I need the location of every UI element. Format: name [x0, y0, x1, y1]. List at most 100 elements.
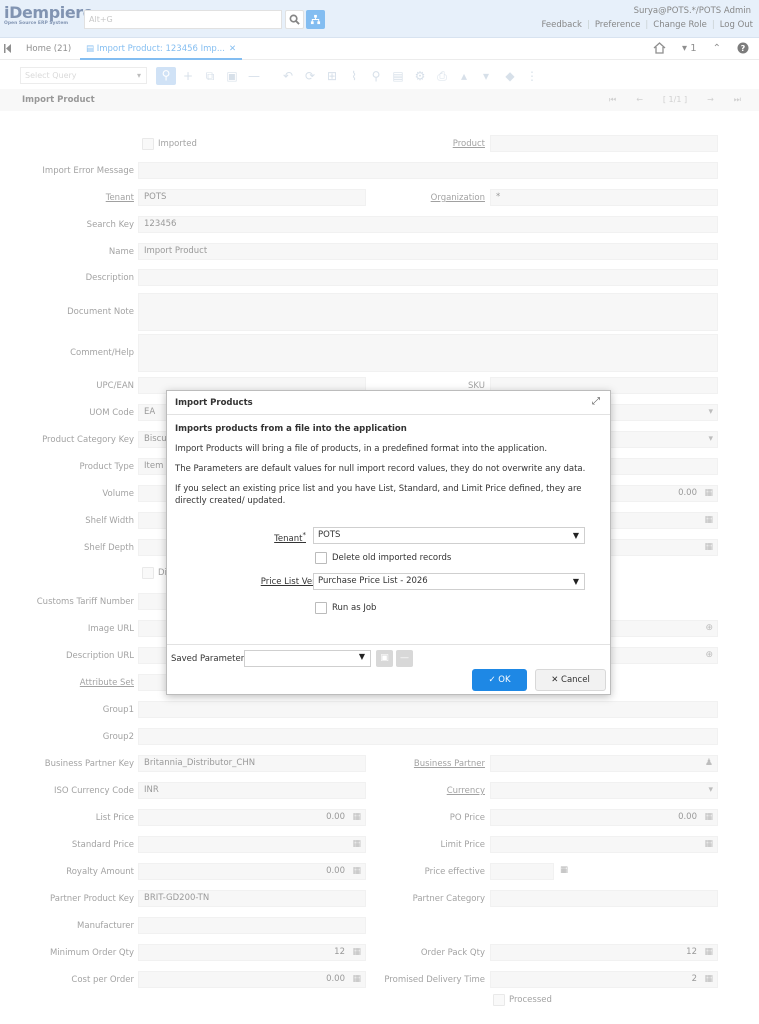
- calculator-icon[interactable]: ▦: [352, 864, 361, 879]
- import-error-field[interactable]: [138, 162, 718, 179]
- new-record-button[interactable]: +: [180, 68, 196, 84]
- calculator-icon[interactable]: ▦: [704, 972, 713, 987]
- tab-import-product[interactable]: ▤ Import Product: 123456 Imp... ✕: [80, 38, 243, 60]
- delete-parameters-button[interactable]: —: [396, 650, 413, 667]
- group2-field[interactable]: [138, 728, 718, 745]
- tab-home[interactable]: Home (21): [20, 38, 77, 60]
- bp-field[interactable]: ♟: [490, 755, 718, 772]
- save-parameters-button[interactable]: ▣: [376, 650, 393, 667]
- menu-tree-button[interactable]: [306, 10, 325, 29]
- query-button[interactable]: ⚲: [156, 67, 176, 85]
- min-order-field[interactable]: 12 ▦: [138, 944, 366, 961]
- organization-field[interactable]: *: [490, 189, 718, 206]
- print-button[interactable]: ⎙: [434, 68, 450, 84]
- next-record-icon[interactable]: →: [707, 95, 714, 105]
- tag-button[interactable]: ◆: [502, 68, 518, 84]
- collapse-up-icon[interactable]: ⌃: [713, 43, 721, 54]
- process-button[interactable]: ⚙: [412, 68, 428, 84]
- maximize-icon[interactable]: ⤢: [592, 396, 600, 407]
- collapse-menu-icon[interactable]: [4, 44, 12, 56]
- tenant-label[interactable]: Tenant: [106, 193, 134, 203]
- attachment-button[interactable]: ⌇: [346, 68, 362, 84]
- person-icon[interactable]: ♟: [705, 756, 713, 771]
- bp-label[interactable]: Business Partner: [414, 759, 485, 769]
- product-field[interactable]: [490, 135, 718, 152]
- currency-label[interactable]: Currency: [447, 786, 485, 796]
- help-icon[interactable]: ?: [737, 42, 749, 54]
- comment-help-field[interactable]: [138, 334, 718, 372]
- calculator-icon[interactable]: ▦: [352, 837, 361, 852]
- calendar-icon[interactable]: ▦: [560, 865, 568, 875]
- cost-per-order-field[interactable]: 0.00 ▦: [138, 971, 366, 988]
- calculator-icon[interactable]: ▦: [704, 810, 713, 825]
- save-button[interactable]: ▣: [224, 68, 240, 84]
- parent-record-button[interactable]: ▴: [456, 68, 472, 84]
- calculator-icon[interactable]: ▦: [704, 837, 713, 852]
- delete-button[interactable]: —: [246, 68, 262, 84]
- calculator-icon[interactable]: ▦: [352, 945, 361, 960]
- calculator-icon[interactable]: ▦: [352, 810, 361, 825]
- delete-old-checkbox[interactable]: [315, 552, 327, 564]
- select-query-dropdown[interactable]: Select Query ▾: [20, 67, 147, 84]
- search-button[interactable]: [285, 10, 304, 29]
- run-as-job-checkbox[interactable]: [315, 602, 327, 614]
- currency-field[interactable]: ▾: [490, 782, 718, 799]
- feedback-link[interactable]: Feedback: [541, 20, 581, 30]
- manufacturer-field[interactable]: [138, 917, 366, 934]
- imported-checkbox[interactable]: [142, 138, 154, 150]
- search-key-field[interactable]: 123456: [138, 216, 718, 233]
- standard-price-field[interactable]: ▦: [138, 836, 366, 853]
- po-price-field[interactable]: 0.00 ▦: [490, 809, 718, 826]
- calculator-icon[interactable]: ▦: [352, 972, 361, 987]
- name-field[interactable]: Import Product: [138, 243, 718, 260]
- param-tenant-label[interactable]: Tenant*: [274, 530, 306, 544]
- report-button[interactable]: ▤: [390, 68, 406, 84]
- detail-record-button[interactable]: ▾: [478, 68, 494, 84]
- discontinued-checkbox[interactable]: [142, 567, 154, 579]
- iso-currency-field[interactable]: INR: [138, 782, 366, 799]
- close-tab-icon[interactable]: ✕: [229, 44, 236, 54]
- app-logo[interactable]: iDempiere Open Source ERP System: [4, 3, 94, 31]
- partner-product-key-field[interactable]: BRIT-GD200-TN: [138, 890, 366, 907]
- undo-button[interactable]: ↶: [280, 68, 296, 84]
- product-label[interactable]: Product: [453, 139, 485, 149]
- zoom-across-button[interactable]: ⚲: [368, 68, 384, 84]
- grid-toggle-button[interactable]: ⊞: [324, 68, 340, 84]
- description-field[interactable]: [138, 269, 718, 286]
- processed-checkbox[interactable]: [493, 994, 505, 1006]
- calculator-icon[interactable]: ▦: [704, 513, 713, 528]
- home-icon[interactable]: [653, 42, 666, 54]
- bp-key-field[interactable]: Britannia_Distributor_CHN: [138, 755, 366, 772]
- previous-record-icon[interactable]: ←: [636, 95, 643, 105]
- globe-icon[interactable]: ⊕: [705, 621, 713, 636]
- last-record-icon[interactable]: ⏭: [734, 95, 741, 105]
- cancel-button[interactable]: ✕ Cancel: [535, 669, 606, 691]
- tenant-field[interactable]: POTS: [138, 189, 366, 206]
- saved-parameters-select[interactable]: ▼: [244, 650, 371, 667]
- global-search-input[interactable]: Alt+G: [84, 10, 282, 29]
- preference-link[interactable]: Preference: [595, 20, 641, 30]
- promised-delivery-field[interactable]: 2 ▦: [490, 971, 718, 988]
- param-tenant-select[interactable]: POTS ▼: [313, 527, 585, 544]
- price-effective-field[interactable]: [490, 863, 554, 880]
- calculator-icon[interactable]: ▦: [704, 540, 713, 555]
- limit-price-field[interactable]: ▦: [490, 836, 718, 853]
- calculator-icon[interactable]: ▦: [704, 945, 713, 960]
- organization-label[interactable]: Organization: [431, 193, 485, 203]
- first-record-icon[interactable]: ⏮: [609, 95, 616, 105]
- partner-category-field[interactable]: [490, 890, 718, 907]
- ok-button[interactable]: ✓ OK: [472, 669, 527, 691]
- attribute-set-label[interactable]: Attribute Set: [80, 678, 134, 688]
- document-note-field[interactable]: [138, 293, 718, 331]
- change-role-link[interactable]: Change Role: [653, 20, 707, 30]
- order-pack-field[interactable]: 12 ▦: [490, 944, 718, 961]
- group1-field[interactable]: [138, 701, 718, 718]
- globe-icon[interactable]: ⊕: [705, 648, 713, 663]
- more-options-button[interactable]: ⋮: [524, 68, 540, 84]
- copy-record-button[interactable]: ⧉: [202, 68, 218, 84]
- window-list-dropdown[interactable]: ▾ 1: [682, 43, 697, 54]
- list-price-field[interactable]: 0.00 ▦: [138, 809, 366, 826]
- price-list-version-select[interactable]: Purchase Price List - 2026 ▼: [313, 573, 585, 590]
- royalty-field[interactable]: 0.00 ▦: [138, 863, 366, 880]
- calculator-icon[interactable]: ▦: [704, 486, 713, 501]
